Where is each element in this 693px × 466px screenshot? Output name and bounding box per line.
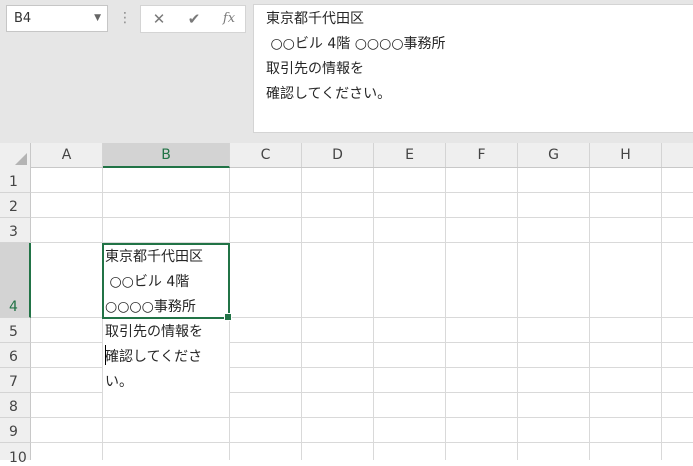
name-box[interactable]: B4 ▼: [6, 5, 108, 32]
insert-function-icon[interactable]: fx: [213, 6, 245, 32]
cell-line: ○○○○事務所: [105, 299, 196, 315]
enter-icon[interactable]: ✔: [178, 6, 210, 32]
row-header-2[interactable]: 2: [0, 193, 31, 218]
cell-line: ○○ビル 4階: [105, 274, 190, 290]
chevron-down-icon[interactable]: ▼: [94, 6, 101, 31]
row-number: 8: [9, 399, 18, 415]
row-header-7[interactable]: 7: [0, 368, 31, 393]
row-header-1[interactable]: 1: [0, 168, 31, 193]
formula-line: 確認してください。: [266, 86, 392, 102]
row-number: 3: [9, 224, 18, 240]
row-header-3[interactable]: 3: [0, 218, 31, 243]
column-header-b[interactable]: B: [103, 143, 230, 168]
cell-line: 取引先の情報を: [105, 324, 203, 340]
column-header-d[interactable]: D: [302, 143, 374, 167]
row-number: 9: [9, 424, 18, 440]
cancel-icon[interactable]: ✕: [143, 6, 175, 32]
row-number: 2: [9, 199, 18, 215]
column-header-h[interactable]: H: [590, 143, 662, 167]
formula-buttons: ✕ ✔ fx: [140, 5, 246, 33]
row-number: 4: [9, 299, 18, 315]
row-header-10[interactable]: 10: [0, 443, 31, 466]
column-headers: A B C D E F G H: [0, 143, 693, 168]
cell-b4-text[interactable]: 東京都千代田区 ○○ビル 4階 ○○○○事務所 取引先の情報を 確認してくださ …: [105, 245, 229, 395]
formula-input[interactable]: 東京都千代田区 ○○ビル 4階 ○○○○事務所 取引先の情報を 確認してください…: [253, 4, 693, 133]
column-header-g[interactable]: G: [518, 143, 590, 167]
row-header-9[interactable]: 9: [0, 418, 31, 443]
column-header-f[interactable]: F: [446, 143, 518, 167]
formula-line: ○○ビル 4階 ○○○○事務所: [266, 36, 446, 52]
cell-line: 東京都千代田区: [105, 249, 203, 265]
gridline: [31, 417, 693, 418]
row-header-6[interactable]: 6: [0, 343, 31, 368]
row-number: 1: [9, 174, 18, 190]
formula-line: 東京都千代田区: [266, 11, 364, 27]
row-number: 5: [9, 324, 18, 340]
gridline: [31, 217, 693, 218]
column-header-partial[interactable]: [662, 143, 693, 167]
formula-bar-area: B4 ▼ ⋮ ✕ ✔ fx 東京都千代田区 ○○ビル 4階 ○○○○事務所 取引…: [0, 0, 693, 143]
row-header-5[interactable]: 5: [0, 318, 31, 343]
text-caret: [105, 345, 106, 365]
row-number: 10: [9, 450, 27, 466]
name-box-value: B4: [14, 11, 32, 26]
row-header-4[interactable]: 4: [0, 243, 31, 318]
cell-line: 確認してくださ: [105, 349, 203, 365]
row-number: 7: [9, 374, 18, 390]
row-number: 6: [9, 349, 18, 365]
column-header-e[interactable]: E: [374, 143, 446, 167]
column-header-c[interactable]: C: [230, 143, 302, 167]
gridline: [31, 442, 693, 443]
gridline: [31, 192, 693, 193]
drag-handle-icon[interactable]: ⋮: [118, 10, 132, 28]
column-header-a[interactable]: A: [31, 143, 103, 167]
select-all-icon: [15, 153, 27, 165]
select-all-button[interactable]: [0, 143, 31, 168]
row-header-8[interactable]: 8: [0, 393, 31, 418]
cell-line: い。: [105, 374, 133, 390]
formula-line: 取引先の情報を: [266, 61, 364, 77]
